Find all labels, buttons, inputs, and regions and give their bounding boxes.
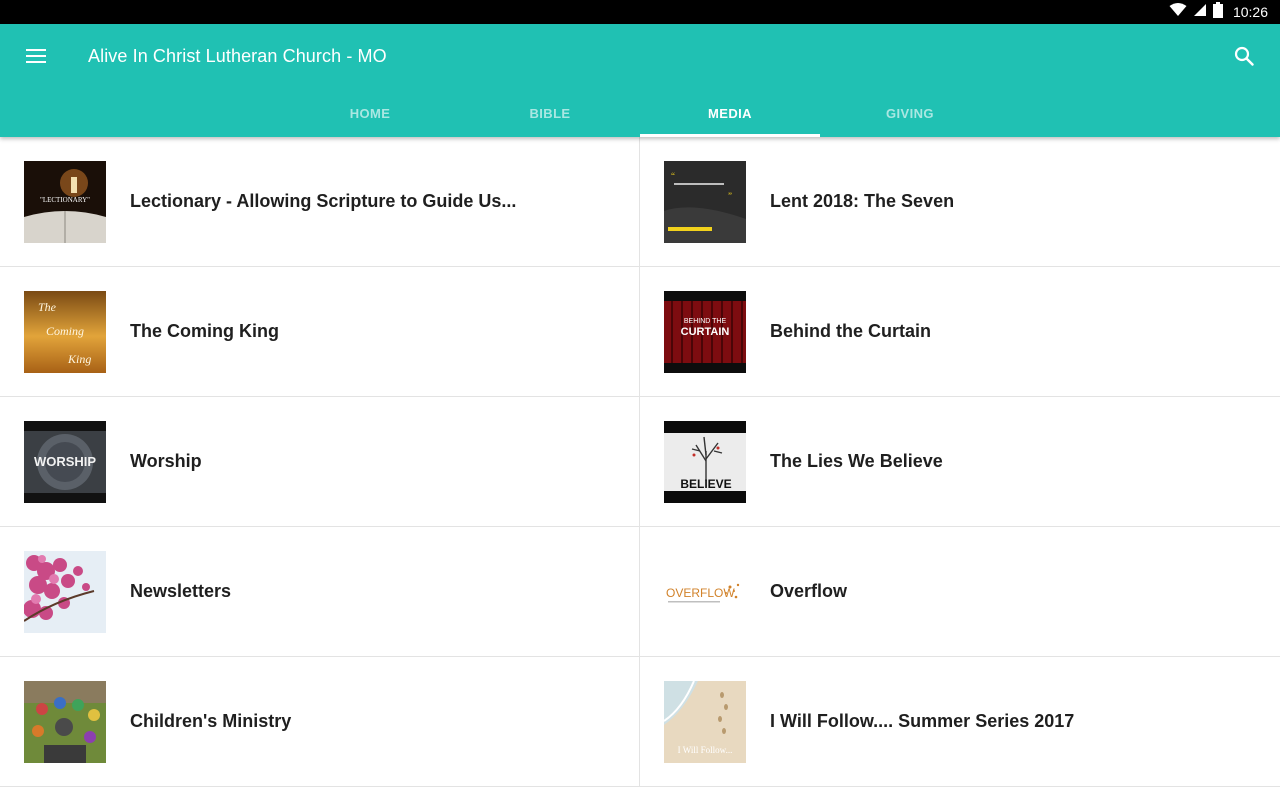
media-item-childrens-ministry[interactable]: Children's Ministry [0,657,640,787]
status-time: 10:26 [1232,4,1268,20]
hamburger-menu-icon [26,48,46,69]
lies-thumb-text: BELIEVE [680,477,731,491]
i-will-follow-thumb-text: I Will Follow... [678,745,733,755]
overflow-thumb-text: OVERFLOW [666,586,735,600]
tab-giving[interactable]: GIVING [820,89,1000,137]
media-item-behind-curtain[interactable]: BEHIND THE CURTAIN Behind the Curtain [640,267,1280,397]
svg-text:CURTAIN: CURTAIN [681,326,730,338]
tab-bar: HOME BIBLE MEDIA GIVING [280,89,1000,137]
media-item-label: Children's Ministry [130,711,292,731]
search-button[interactable] [1230,44,1258,72]
media-item-label: Newsletters [130,581,232,601]
menu-button[interactable] [20,44,52,72]
signal-icon [1193,3,1207,22]
status-bar: 10:26 [0,0,1280,24]
media-grid: "LECTIONARY" Lectionary - Allowing Scrip… [0,137,1280,800]
overflow-thumbnail: OVERFLOW [664,551,746,633]
lectionary-thumb-text: "LECTIONARY" [40,196,90,204]
lent-2018-thumbnail: “ ” [664,161,746,243]
lies-we-believe-thumbnail: BELIEVE [664,421,746,503]
media-item-coming-king[interactable]: The Coming King The Coming King [0,267,640,397]
behind-curtain-thumbnail: BEHIND THE CURTAIN [664,291,746,373]
svg-text:The: The [38,300,57,314]
svg-text:BEHIND THE: BEHIND THE [684,318,727,325]
media-item-lent-2018[interactable]: “ ” Lent 2018: The Seven [640,137,1280,267]
app-title: Alive In Christ Lutheran Church - MO [88,46,387,66]
media-item-label: The Lies We Believe [770,451,943,471]
search-icon [1234,46,1254,71]
tab-bible[interactable]: BIBLE [460,89,640,137]
media-item-label: Lent 2018: The Seven [770,191,955,211]
svg-text:“: “ [671,171,675,181]
worship-thumb-text: WORSHIP [34,454,96,469]
tab-media[interactable]: MEDIA [640,89,820,137]
media-item-worship[interactable]: WORSHIP Worship [0,397,640,527]
app-bar: Alive In Christ Lutheran Church - MO HOM… [0,24,1280,137]
tab-home[interactable]: HOME [280,89,460,137]
wifi-icon [1169,2,1187,22]
svg-text:King: King [67,352,91,366]
svg-text:”: ” [728,191,732,201]
i-will-follow-thumbnail: I Will Follow... [664,681,746,763]
media-item-lies-we-believe[interactable]: BELIEVE The Lies We Believe [640,397,1280,527]
media-item-label: I Will Follow.... Summer Series 2017 [770,711,1075,731]
lectionary-thumbnail: "LECTIONARY" [24,161,106,243]
media-item-label: Lectionary - Allowing Scripture to Guide… [130,191,517,211]
childrens-ministry-thumbnail [24,681,106,763]
media-item-overflow[interactable]: OVERFLOW Overflow [640,527,1280,657]
battery-icon [1212,1,1223,23]
worship-thumbnail: WORSHIP [24,421,106,503]
media-item-label: Behind the Curtain [770,321,931,341]
media-item-newsletters[interactable]: Newsletters [0,527,640,657]
svg-text:Coming: Coming [46,324,84,338]
coming-king-thumbnail: The Coming King [24,291,106,373]
media-item-label: Overflow [770,581,848,601]
media-item-label: Worship [130,451,202,471]
status-icons: 10:26 [1169,0,1268,24]
media-item-label: The Coming King [130,321,279,341]
newsletters-thumbnail [24,551,106,633]
media-item-lectionary[interactable]: "LECTIONARY" Lectionary - Allowing Scrip… [0,137,640,267]
media-item-i-will-follow[interactable]: I Will Follow... I Will Follow.... Summe… [640,657,1280,787]
